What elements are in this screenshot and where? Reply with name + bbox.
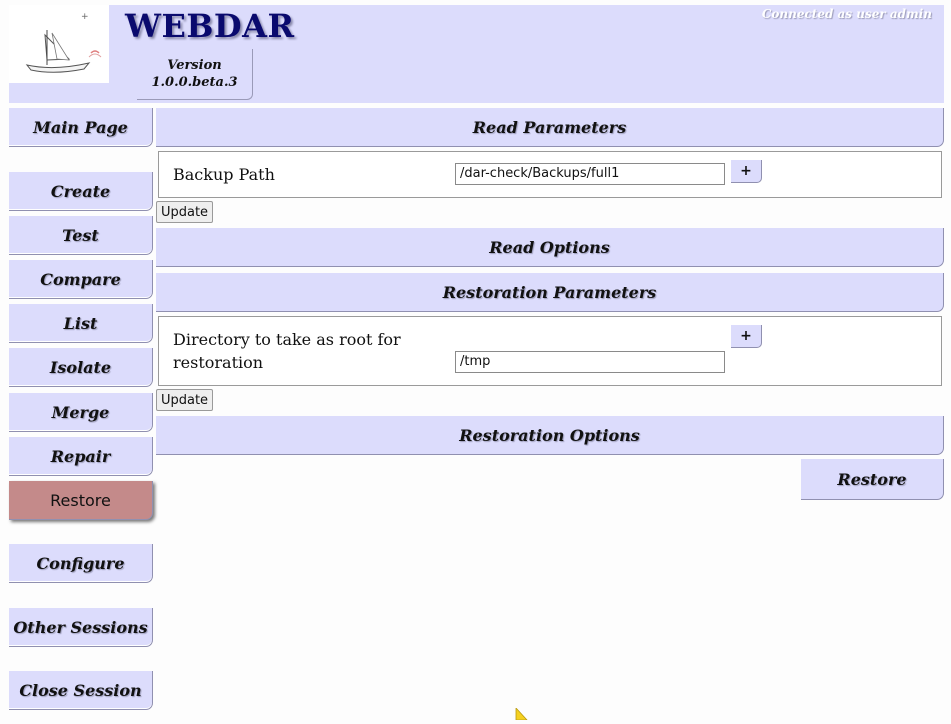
menu-compare[interactable]: Compare xyxy=(9,260,153,299)
svg-text:+: + xyxy=(81,12,89,22)
restore-button[interactable]: Restore xyxy=(801,459,944,500)
menu-close-session[interactable]: Close Session xyxy=(9,671,153,710)
root-directory-input[interactable]: /tmp xyxy=(455,351,725,373)
backup-path-add-button[interactable]: + xyxy=(731,160,762,183)
version-box: Version 1.0.0.beta.3 xyxy=(137,49,253,100)
update-button-restoration[interactable]: Update xyxy=(156,389,213,411)
backup-path-label: Backup Path xyxy=(173,165,275,184)
restoration-parameters-header[interactable]: Restoration Parameters xyxy=(156,273,944,312)
version-label: Version xyxy=(167,58,222,73)
read-parameters-header[interactable]: Read Parameters xyxy=(156,108,944,147)
menu-merge[interactable]: Merge xyxy=(9,393,153,432)
menu-repair[interactable]: Repair xyxy=(9,437,153,476)
backup-path-input[interactable]: /dar-check/Backups/full1 xyxy=(455,163,725,185)
menu-other-sessions[interactable]: Other Sessions xyxy=(9,608,153,647)
update-button-read[interactable]: Update xyxy=(156,201,213,223)
mouse-cursor-icon xyxy=(515,705,529,724)
root-directory-label: Directory to take as root for restoratio… xyxy=(173,328,401,374)
root-directory-label-line2: restoration xyxy=(173,353,264,372)
menu-restore[interactable]: Restore xyxy=(9,481,153,520)
read-options-header[interactable]: Read Options xyxy=(156,228,944,267)
root-directory-panel: Directory to take as root for restoratio… xyxy=(158,316,942,386)
menu-isolate[interactable]: Isolate xyxy=(9,348,153,387)
root-directory-add-button[interactable]: + xyxy=(731,325,762,348)
menu-test[interactable]: Test xyxy=(9,216,153,255)
connected-user-status: Connected as user admin xyxy=(761,7,932,21)
version-number: 1.0.0.beta.3 xyxy=(151,75,238,90)
menu-list[interactable]: List xyxy=(9,304,153,343)
sailboat-logo-icon: + xyxy=(9,5,109,83)
header: + WEBDAR Version 1.0.0.beta.3 Connected … xyxy=(9,5,944,103)
restoration-options-header[interactable]: Restoration Options xyxy=(156,416,944,455)
backup-path-panel: Backup Path /dar-check/Backups/full1 + xyxy=(158,151,942,198)
menu-create[interactable]: Create xyxy=(9,172,153,211)
menu-configure[interactable]: Configure xyxy=(9,544,153,583)
root-directory-label-line1: Directory to take as root for xyxy=(173,330,401,349)
menu-main-page[interactable]: Main Page xyxy=(9,108,153,147)
app-title: WEBDAR xyxy=(125,7,295,45)
